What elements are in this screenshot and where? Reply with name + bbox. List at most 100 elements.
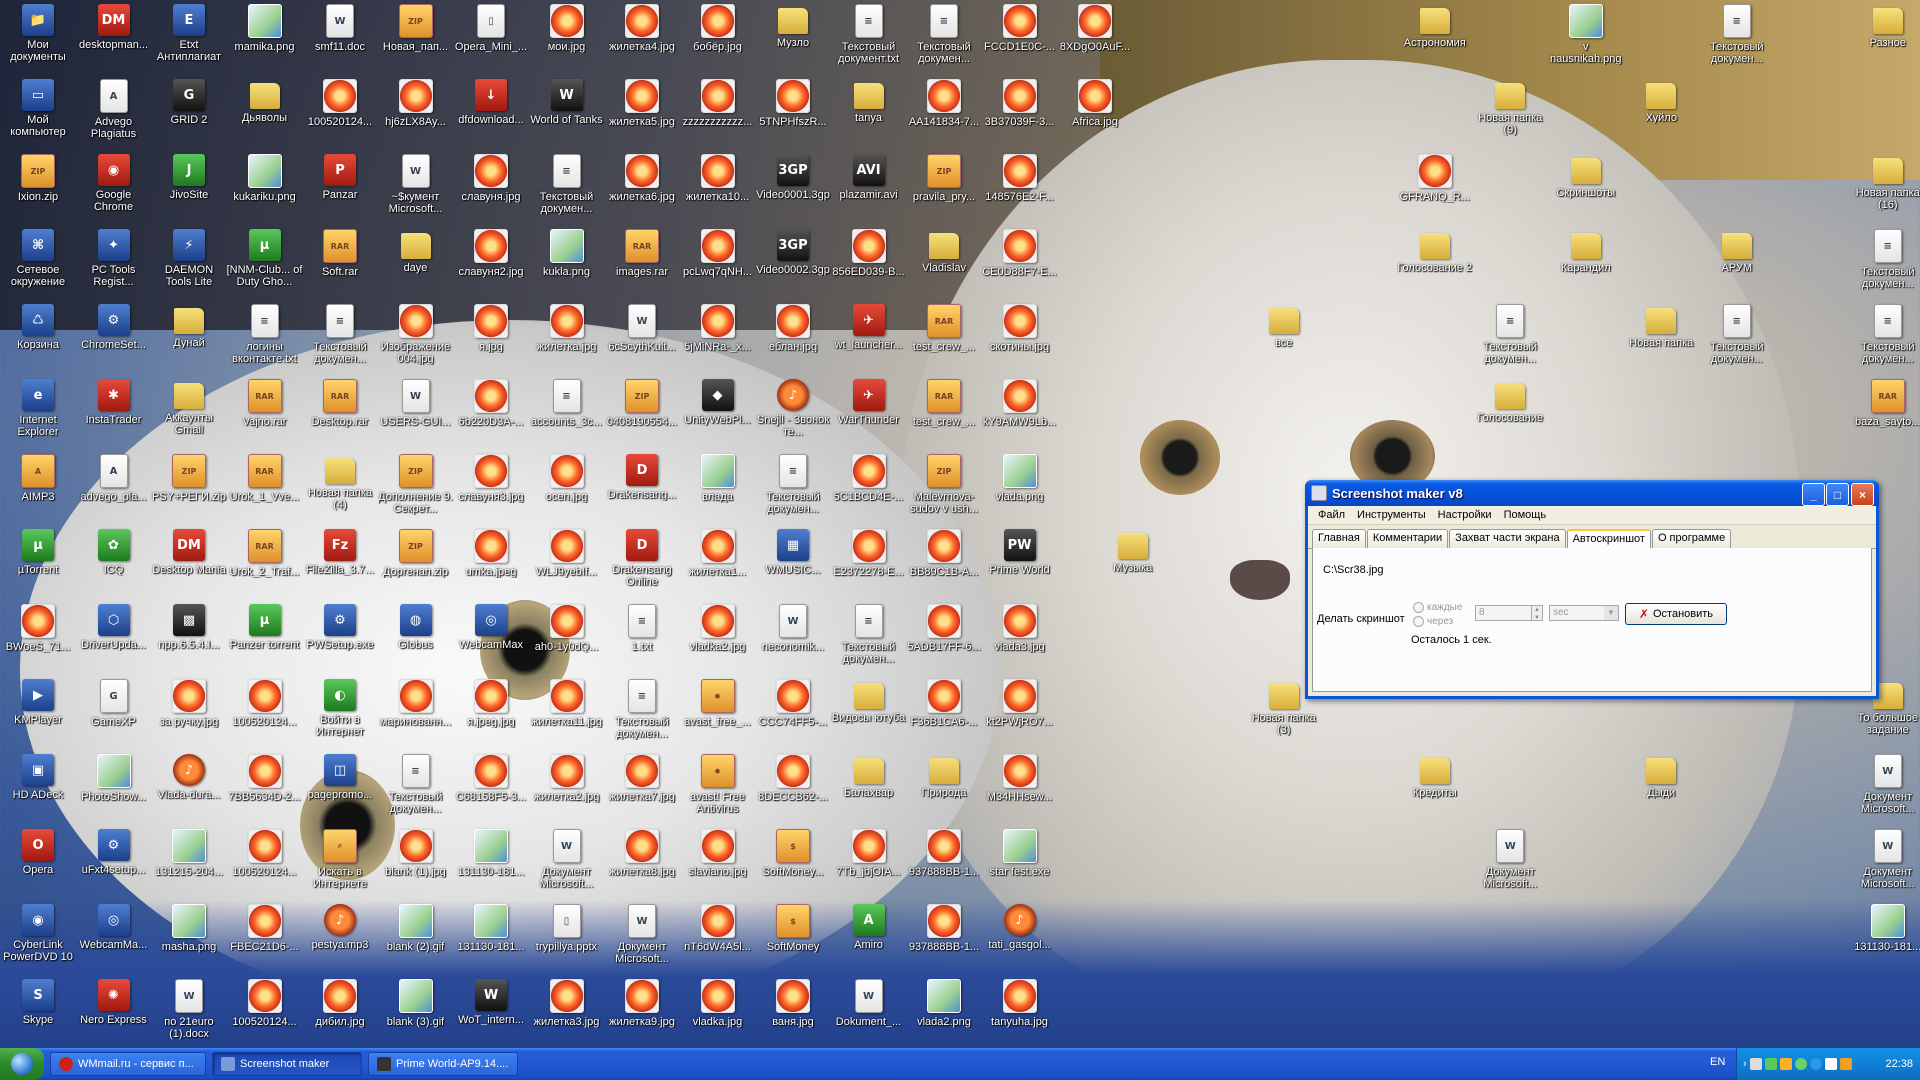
desktop-icon[interactable]: ZIP Новая_пап... [378, 0, 454, 72]
desktop-icon[interactable]: Голосование 2 [1397, 225, 1473, 297]
desktop-icon[interactable]: DM Desktop Mania [151, 525, 227, 597]
desktop-icon[interactable]: ↓ dfdownload... [453, 75, 529, 147]
desktop-icon[interactable]: blank (2).gif [378, 900, 454, 972]
desktop-icon[interactable]: Дьяволы [227, 75, 303, 147]
desktop-icon[interactable]: F36B1CA6-... [906, 675, 982, 747]
radio-each[interactable]: каждые [1413, 602, 1462, 613]
desktop-icon[interactable]: ✦ PC Tools Regist... [76, 225, 152, 297]
radio-after-button[interactable] [1413, 616, 1424, 627]
desktop-icon[interactable]: Кредиты [1397, 750, 1473, 822]
desktop-icon[interactable]: Дунай [151, 300, 227, 372]
desktop-icon[interactable]: mamika.png [227, 0, 303, 72]
desktop-icon[interactable]: 📁 Мои документы [0, 0, 76, 72]
desktop-icon[interactable]: за ручку.jpg [151, 675, 227, 747]
desktop-icon[interactable]: ≡ логины вконтакте.txt [227, 300, 303, 372]
desktop-icon[interactable]: v nausnikah.png [1548, 0, 1624, 72]
skype-tray-icon[interactable] [1809, 1058, 1822, 1070]
interval-spinner[interactable]: ▲ ▼ [1531, 605, 1543, 621]
desktop-icon[interactable]: Africa.jpg [1057, 75, 1133, 147]
desktop-icon[interactable]: ▭ Мой компьютер [0, 75, 76, 147]
desktop-icon[interactable]: славуня2.jpg [453, 225, 529, 297]
desktop-icon[interactable]: M34HHsew... [982, 750, 1058, 822]
desktop-icon[interactable]: осеп.jpg [529, 450, 605, 522]
desktop-icon[interactable]: ZIP Ixion.zip [0, 150, 76, 222]
desktop-icon[interactable]: E2372278-E... [831, 525, 907, 597]
desktop-icon[interactable]: zzzzzzzzzzz... [680, 75, 756, 147]
desktop-icon[interactable]: star fest.exe [982, 825, 1058, 897]
desktop-icon[interactable]: Wпо 21euro (1).docx [151, 975, 227, 1047]
desktop-icon[interactable]: W Документ Microsoft... [1850, 750, 1920, 822]
desktop-icon[interactable]: АРУМ [1699, 225, 1775, 297]
desktop-icon[interactable]: ⚙ uFxt4setup... [76, 825, 152, 897]
desktop-icon[interactable]: 131130-181... [453, 825, 529, 897]
desktop-icon[interactable]: ≡ Текстовый документ.txt [831, 0, 907, 72]
desktop-icon[interactable]: 856ED039-B... [831, 225, 907, 297]
desktop-icon[interactable]: ✺ Nero Express [76, 975, 152, 1047]
desktop-icon[interactable]: WLJ9yebIf... [529, 525, 605, 597]
desktop-icon[interactable]: Голосование [1472, 375, 1548, 447]
desktop-icon[interactable]: Музло [755, 0, 831, 72]
desktop-icon[interactable]: ♪ Snejll - Звонок те... [755, 375, 831, 447]
desktop-icon[interactable]: жилетка6.jpg [604, 150, 680, 222]
menu-file[interactable]: Файл [1312, 509, 1351, 521]
desktop-icon[interactable]: masha.png [151, 900, 227, 972]
desktop-icon[interactable]: славуня.jpg [453, 150, 529, 222]
tray-expand-icon[interactable]: › [1743, 1058, 1747, 1070]
desktop-icon[interactable]: 3GP Video0001.3gp [755, 150, 831, 222]
desktop-icon[interactable]: ⚙ ChromeSet... [76, 300, 152, 372]
desktop-icon[interactable]: RAR Urok_1_Vve... [227, 450, 303, 522]
desktop-icon[interactable]: P Panzar [302, 150, 378, 222]
desktop-icon[interactable]: DM desktopman... [76, 0, 152, 72]
desktop-icon[interactable]: 7BB5634D-2... [227, 750, 303, 822]
desktop-icon[interactable]: 6b220D3A-... [453, 375, 529, 447]
start-button[interactable] [0, 1048, 44, 1080]
desktop-icon[interactable]: RAR Desktop.rar [302, 375, 378, 447]
desktop-icon[interactable]: ✿ ICQ [76, 525, 152, 597]
desktop-icon[interactable]: 8DECCB62-... [755, 750, 831, 822]
desktop-icon[interactable]: E Etxt Антиплагиат [151, 0, 227, 72]
desktop-icon[interactable]: скотины.jpg [982, 300, 1058, 372]
desktop-icon[interactable]: ◆ UnityWebPl... [680, 375, 756, 447]
desktop-icon[interactable]: влада [680, 450, 756, 522]
desktop-icon[interactable]: ah0-1y0dQ... [529, 600, 605, 672]
language-indicator[interactable]: EN [1710, 1056, 1725, 1068]
desktop-icon[interactable]: ♪ Vlada-dura... [151, 750, 227, 822]
desktop-icon[interactable]: 148576E2-F... [982, 150, 1058, 222]
stop-button[interactable]: ✗ Остановить [1625, 603, 1727, 625]
desktop-icon[interactable]: ◉ CyberLink PowerDVD 10 [0, 900, 76, 972]
desktop-icon[interactable]: ≡ Текстовый докумен... [302, 300, 378, 372]
desktop-icon[interactable]: W Dokument_... [831, 975, 907, 1047]
desktop-icon[interactable]: G GRID 2 [151, 75, 227, 147]
desktop-icon[interactable]: daye [378, 225, 454, 297]
desktop-icon[interactable]: ≡ Текстовый докумен... [906, 0, 982, 72]
maximize-button[interactable]: □ [1826, 483, 1849, 506]
desktop-icon[interactable]: vladka2.jpg [680, 600, 756, 672]
desktop-icon[interactable]: vlada3.jpg [982, 600, 1058, 672]
desktop-icon[interactable]: BB89C1B-A... [906, 525, 982, 597]
desktop-icon[interactable]: ♺ Корзина [0, 300, 76, 372]
desktop-icon[interactable]: 8XDgO0AuF... [1057, 0, 1133, 72]
desktop-icon[interactable]: μ Panzer torrent [227, 600, 303, 672]
desktop-icon[interactable]: ◉ Google Chrome [76, 150, 152, 222]
desktop-icon[interactable]: O Opera [0, 825, 76, 897]
desktop-icon[interactable]: ZIP pravila_pry... [906, 150, 982, 222]
desktop-icon[interactable]: маринованн... [378, 675, 454, 747]
desktop-icon[interactable]: ▯ Opera_Mini_... [453, 0, 529, 72]
desktop-icon[interactable]: RAR Urok_2_Traf... [227, 525, 303, 597]
desktop-icon[interactable]: жилетка.jpg [529, 300, 605, 372]
desktop-icon[interactable]: ⬡ DriverUpda... [76, 600, 152, 672]
desktop-icon[interactable]: kukla.png [529, 225, 605, 297]
network-tray-icon[interactable] [1749, 1058, 1762, 1070]
desktop-icon[interactable]: W USERS-GUI... [378, 375, 454, 447]
desktop-icon[interactable]: жилетка4.jpg [604, 0, 680, 72]
desktop-icon[interactable]: жилетка5.jpg [604, 75, 680, 147]
desktop-icon[interactable]: RAR Vajno.rar [227, 375, 303, 447]
desktop-icon[interactable]: ◐ Войти в Интернет [302, 675, 378, 747]
desktop-icon[interactable]: A Advego Plagiatus [76, 75, 152, 147]
tab-main[interactable]: Главная [1312, 529, 1366, 548]
desktop-icon[interactable]: ⚡ DAEMON Tools Lite [151, 225, 227, 297]
desktop-icon[interactable]: ◎ WebcamMax [453, 600, 529, 672]
desktop-icon[interactable]: 100520124... [302, 75, 378, 147]
desktop-icon[interactable]: tanyuha.jpg [982, 975, 1058, 1047]
desktop-icon[interactable]: ◎ WebcamMa... [76, 900, 152, 972]
